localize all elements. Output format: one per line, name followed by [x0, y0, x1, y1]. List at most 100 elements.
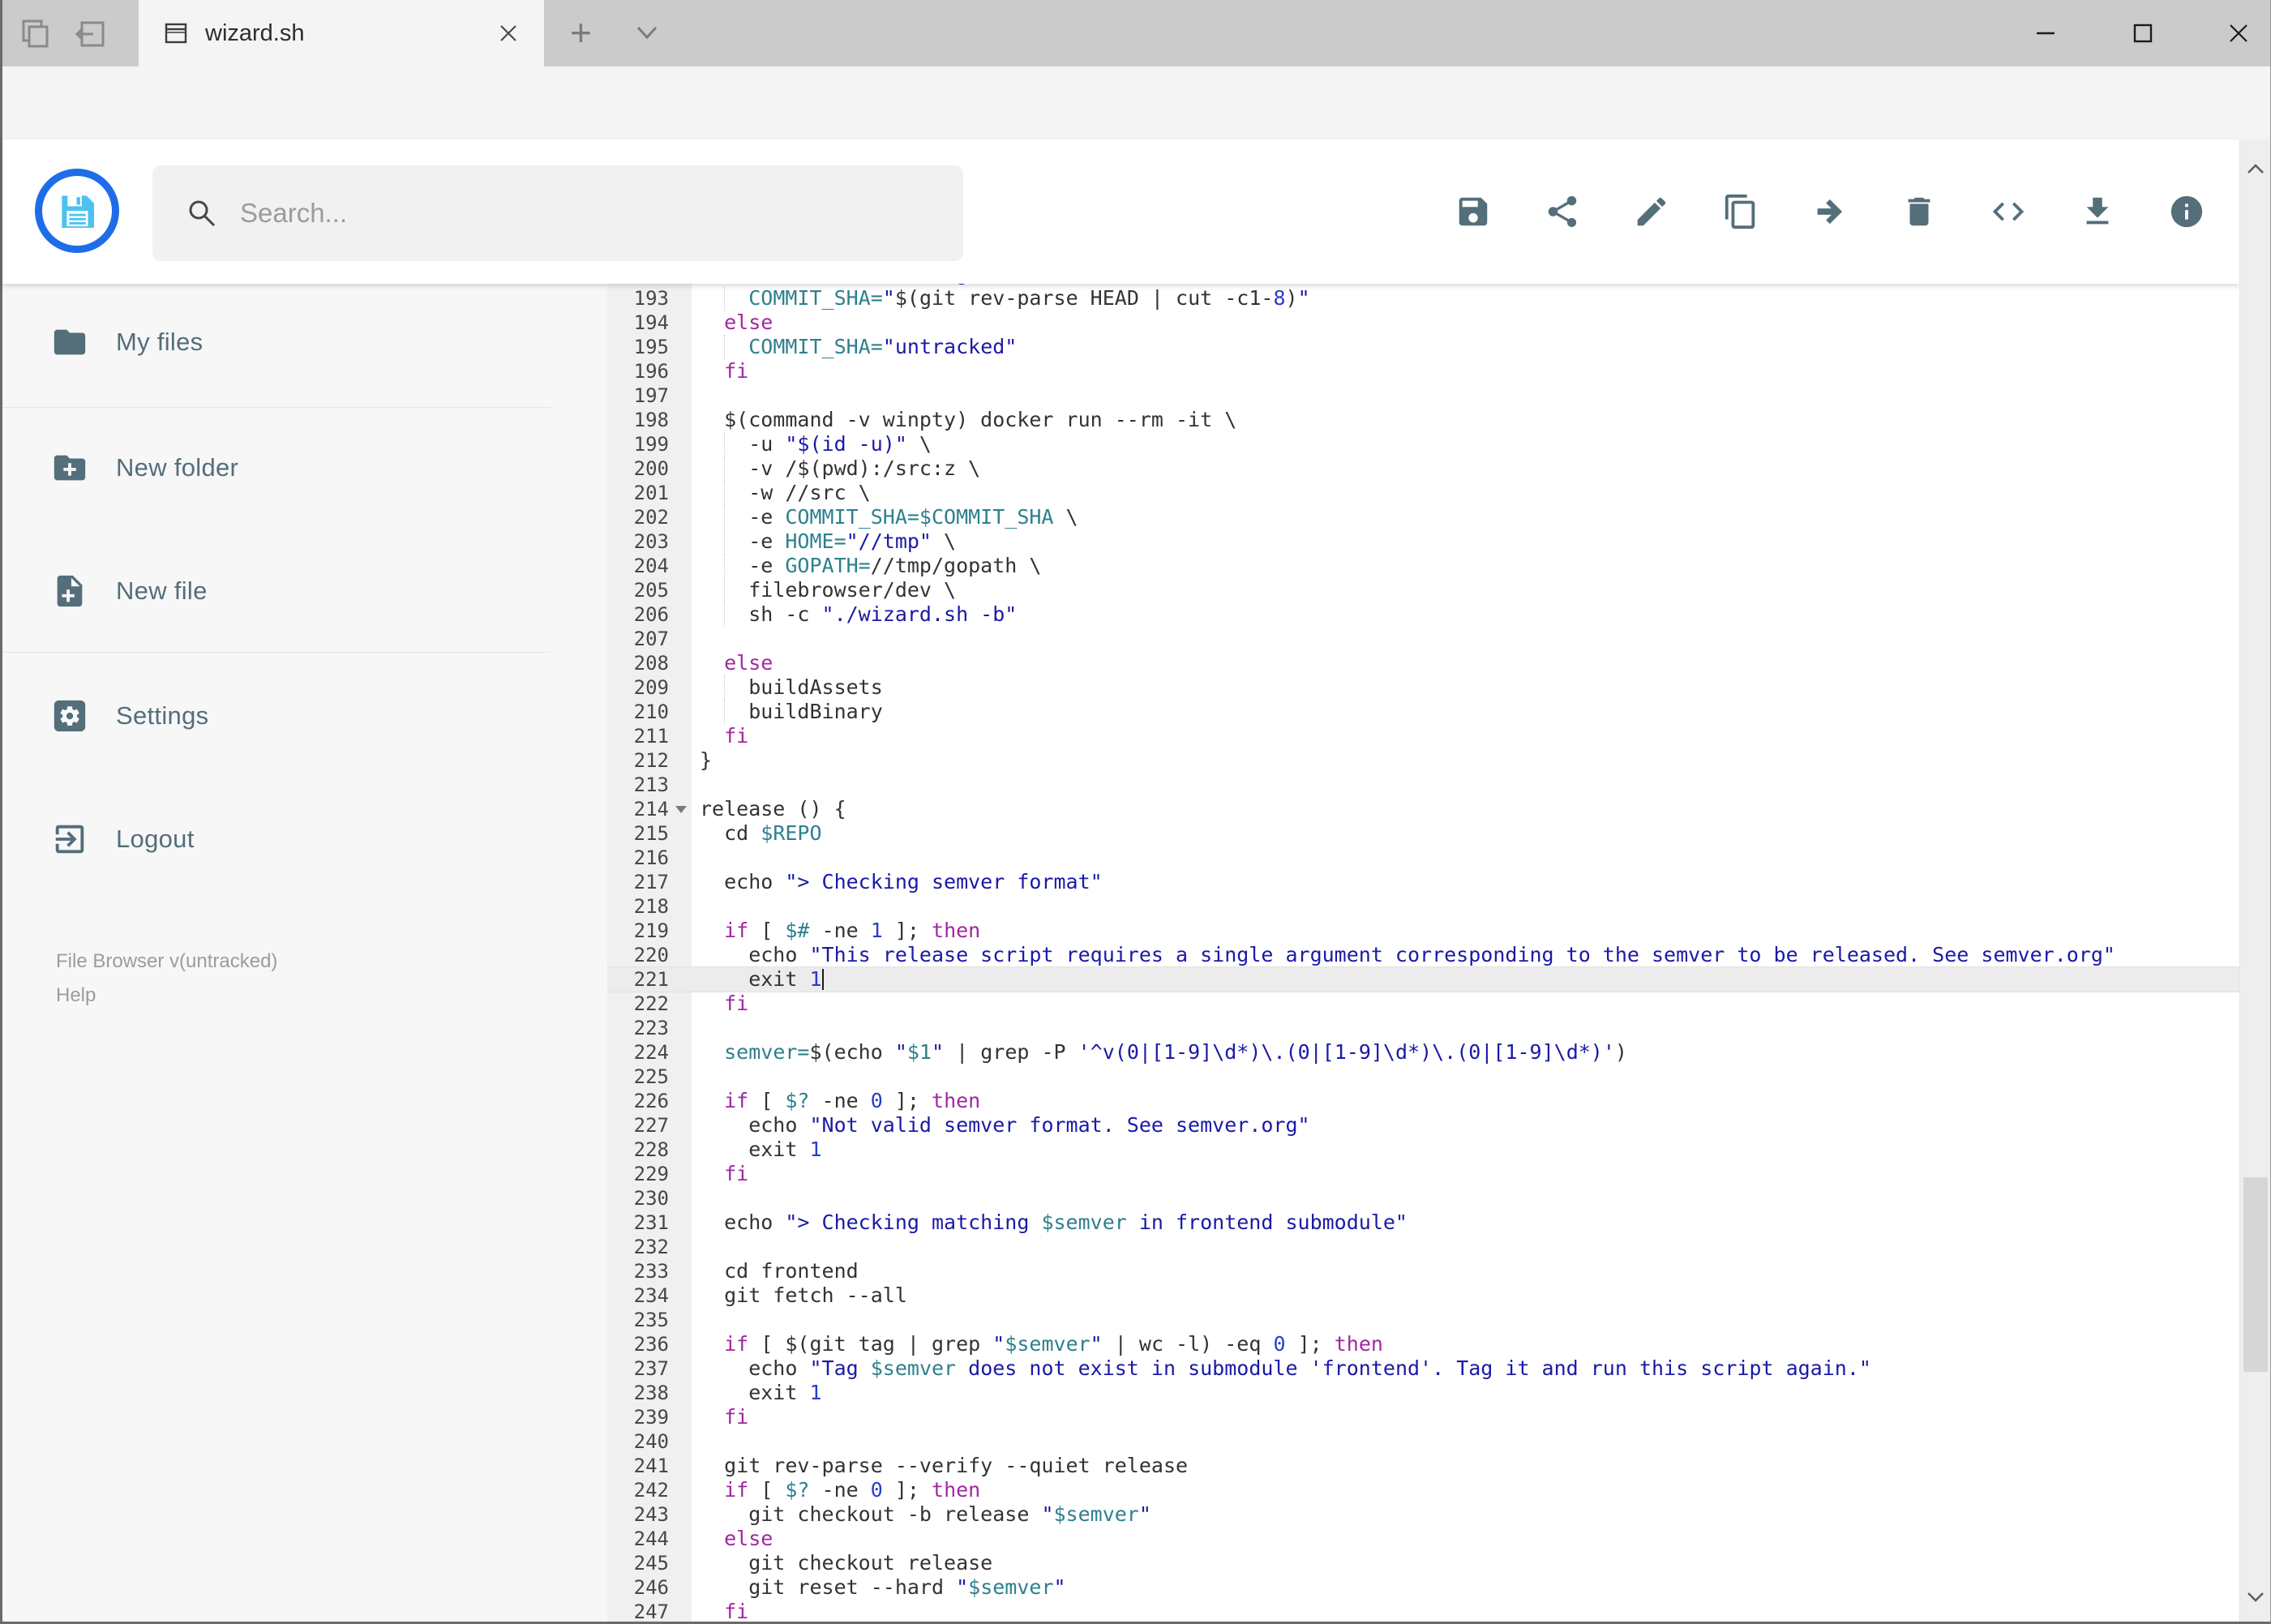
- code-line-193[interactable]: 193 COMMIT_SHA="$(git rev-parse HEAD | c…: [607, 286, 2239, 311]
- code-line-234[interactable]: 234 git fetch --all: [607, 1283, 2239, 1308]
- code-line-232[interactable]: 232: [607, 1235, 2239, 1259]
- window-close-button[interactable]: [2220, 15, 2257, 52]
- code-line-228[interactable]: 228 exit 1: [607, 1138, 2239, 1162]
- code-text: $(command -v winpty) docker run --rm -it…: [700, 408, 1237, 431]
- code-line-225[interactable]: 225: [607, 1065, 2239, 1089]
- code-line-237[interactable]: 237 echo "Tag $semver does not exist in …: [607, 1356, 2239, 1381]
- code-view-button[interactable]: [1990, 193, 2027, 230]
- code-line-212[interactable]: 212}: [607, 748, 2239, 773]
- code-line-218[interactable]: 218: [607, 894, 2239, 919]
- code-line-205[interactable]: 205 filebrowser/dev \: [607, 578, 2239, 602]
- sidebar-divider: [2, 652, 551, 653]
- move-button[interactable]: [1811, 193, 1849, 230]
- code-line-203[interactable]: 203 -e HOME="//tmp" \: [607, 529, 2239, 554]
- fold-arrow-icon[interactable]: [675, 806, 687, 813]
- code-line-226[interactable]: 226 if [ $? -ne 0 ]; then: [607, 1089, 2239, 1113]
- code-line-213[interactable]: 213: [607, 773, 2239, 797]
- code-line-204[interactable]: 204 -e GOPATH=//tmp/gopath \: [607, 554, 2239, 578]
- code-line-231[interactable]: 231 echo "> Checking matching $semver in…: [607, 1211, 2239, 1235]
- browser-tab[interactable]: wizard.sh: [139, 0, 544, 66]
- tab-close-icon[interactable]: [494, 19, 523, 48]
- code-line-208[interactable]: 208 else: [607, 651, 2239, 675]
- code-line-206[interactable]: 206 sh -c "./wizard.sh -b": [607, 602, 2239, 627]
- code-line-199[interactable]: 199 -u "$(id -u)" \: [607, 432, 2239, 456]
- code-line-196[interactable]: 196 fi: [607, 359, 2239, 384]
- code-line-224[interactable]: 224 semver=$(echo "$1" | grep -P '^v(0|[…: [607, 1040, 2239, 1065]
- line-number: 225: [633, 1065, 669, 1088]
- code-line-198[interactable]: 198 $(command -v winpty) docker run --rm…: [607, 408, 2239, 432]
- line-number: 202: [633, 506, 669, 529]
- download-button[interactable]: [2079, 193, 2116, 230]
- code-line-207[interactable]: 207: [607, 627, 2239, 651]
- code-line-241[interactable]: 241 git rev-parse --verify --quiet relea…: [607, 1454, 2239, 1478]
- code-line-229[interactable]: 229 fi: [607, 1162, 2239, 1186]
- code-line-197[interactable]: 197: [607, 384, 2239, 408]
- code-text: fi: [724, 359, 749, 383]
- window-maximize-button[interactable]: [2124, 15, 2162, 52]
- filebrowser-logo[interactable]: [35, 169, 119, 253]
- code-editor[interactable]: 192 if [ "$(command -v git)" != "" ]; th…: [607, 284, 2239, 1622]
- code-line-245[interactable]: 245 git checkout release: [607, 1551, 2239, 1575]
- code-line-223[interactable]: 223: [607, 1016, 2239, 1040]
- help-link[interactable]: Help: [56, 984, 96, 1007]
- delete-button[interactable]: [1900, 193, 1938, 230]
- code-line-200[interactable]: 200 -v /$(pwd):/src:z \: [607, 456, 2239, 481]
- scroll-down-icon[interactable]: [2245, 1586, 2266, 1607]
- sidebar-item-my-files[interactable]: My files: [51, 321, 203, 363]
- code-text: -w //src \: [700, 481, 871, 504]
- sidebar-item-new-file[interactable]: New file: [51, 570, 208, 612]
- page-scrollbar[interactable]: [2239, 139, 2270, 1622]
- code-line-214[interactable]: 214 release () {: [607, 797, 2239, 821]
- code-line-244[interactable]: 244 else: [607, 1527, 2239, 1551]
- code-line-242[interactable]: 242 if [ $? -ne 0 ]; then: [607, 1478, 2239, 1502]
- code-line-236[interactable]: 236 if [ $(git tag | grep "$semver" | wc…: [607, 1332, 2239, 1356]
- line-number: 210: [633, 701, 669, 723]
- code-line-195[interactable]: 195 COMMIT_SHA="untracked": [607, 335, 2239, 359]
- line-number: 239: [633, 1406, 669, 1429]
- copy-button[interactable]: [1722, 193, 1759, 230]
- code-line-221[interactable]: 221 exit 1: [607, 967, 2239, 992]
- set-tabs-aside-icon[interactable]: [72, 16, 108, 52]
- code-line-222[interactable]: 222 fi: [607, 992, 2239, 1016]
- code-line-194[interactable]: 194 else: [607, 311, 2239, 335]
- search-bar[interactable]: [152, 165, 963, 261]
- code-line-243[interactable]: 243 git checkout -b release "$semver": [607, 1502, 2239, 1527]
- code-line-219[interactable]: 219 if [ $# -ne 1 ]; then: [607, 919, 2239, 943]
- scrollbar-thumb[interactable]: [2243, 1177, 2268, 1372]
- code-line-233[interactable]: 233 cd frontend: [607, 1259, 2239, 1283]
- code-line-238[interactable]: 238 exit 1: [607, 1381, 2239, 1405]
- new-tab-button[interactable]: +: [570, 11, 592, 54]
- code-line-201[interactable]: 201 -w //src \: [607, 481, 2239, 505]
- code-line-247[interactable]: 247 fi: [607, 1600, 2239, 1622]
- tab-list-chevron-icon[interactable]: [633, 23, 661, 44]
- code-text: echo "Not valid semver format. See semve…: [700, 1113, 1310, 1137]
- tab-preview-icon[interactable]: [17, 16, 53, 52]
- sidebar-item-settings[interactable]: Settings: [51, 695, 208, 737]
- code-line-235[interactable]: 235: [607, 1308, 2239, 1332]
- code-line-202[interactable]: 202 -e COMMIT_SHA=$COMMIT_SHA \: [607, 505, 2239, 529]
- info-button[interactable]: [2168, 193, 2205, 230]
- code-line-240[interactable]: 240: [607, 1429, 2239, 1454]
- code-line-210[interactable]: 210 buildBinary: [607, 700, 2239, 724]
- search-input[interactable]: [238, 197, 890, 229]
- code-line-217[interactable]: 217 echo "> Checking semver format": [607, 870, 2239, 894]
- code-line-209[interactable]: 209 buildAssets: [607, 675, 2239, 700]
- code-line-227[interactable]: 227 echo "Not valid semver format. See s…: [607, 1113, 2239, 1138]
- code-line-230[interactable]: 230: [607, 1186, 2239, 1211]
- window-minimize-button[interactable]: [2027, 15, 2064, 52]
- code-line-211[interactable]: 211 fi: [607, 724, 2239, 748]
- code-line-220[interactable]: 220 echo "This release script requires a…: [607, 943, 2239, 967]
- sidebar-item-new-folder[interactable]: New folder: [51, 447, 238, 489]
- tab-title: wizard.sh: [205, 19, 305, 46]
- code-line-239[interactable]: 239 fi: [607, 1405, 2239, 1429]
- share-file-button[interactable]: [1544, 193, 1581, 230]
- scroll-up-icon[interactable]: [2245, 159, 2266, 180]
- settings-icon: [54, 700, 86, 732]
- save-button[interactable]: [1455, 193, 1492, 230]
- code-line-215[interactable]: 215 cd $REPO: [607, 821, 2239, 846]
- code-line-216[interactable]: 216: [607, 846, 2239, 870]
- sidebar-item-logout[interactable]: Logout: [51, 818, 195, 860]
- code-line-246[interactable]: 246 git reset --hard "$semver": [607, 1575, 2239, 1600]
- rename-button[interactable]: [1633, 193, 1670, 230]
- code-text: else: [724, 1527, 773, 1550]
